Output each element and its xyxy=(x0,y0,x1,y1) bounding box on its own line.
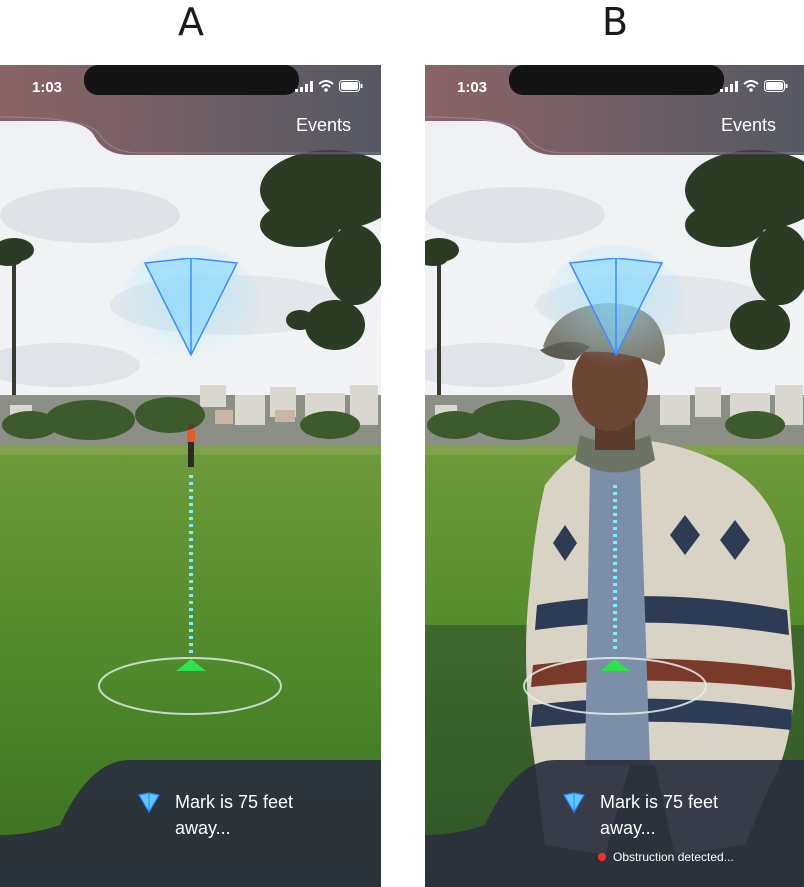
phone-screen-a: 1:03 Events Mark is 75 feet away... xyxy=(0,65,381,887)
events-link[interactable]: Events xyxy=(721,115,776,136)
panel-label-b: B xyxy=(601,0,629,44)
panel-label-a: A xyxy=(178,0,204,44)
obstruction-text: Obstruction detected... xyxy=(613,850,734,864)
wifi-icon xyxy=(318,80,334,92)
location-marker-icon xyxy=(563,792,585,814)
wifi-icon xyxy=(743,80,759,92)
path-guide xyxy=(613,485,617,653)
status-icons xyxy=(720,80,788,92)
cellular-signal-icon xyxy=(295,80,313,92)
status-time: 1:03 xyxy=(32,79,63,96)
distance-message: Mark is 75 feet away... xyxy=(600,792,719,838)
status-time: 1:03 xyxy=(457,79,488,96)
direction-arrow-icon xyxy=(600,659,630,671)
battery-icon xyxy=(339,80,363,92)
battery-icon xyxy=(764,80,788,92)
obstruction-status: Obstruction detected... xyxy=(598,850,734,864)
cellular-signal-icon xyxy=(720,80,738,92)
location-marker-icon xyxy=(138,792,160,814)
events-link[interactable]: Events xyxy=(296,115,351,136)
red-status-dot-icon xyxy=(598,853,606,861)
ar-camera-view xyxy=(425,65,804,887)
phone-screen-b: 1:03 Events Mark is 75 feet away... Obst… xyxy=(425,65,804,887)
direction-arrow-icon xyxy=(176,659,206,671)
path-guide xyxy=(189,475,193,653)
distance-message: Mark is 75 feet away... xyxy=(175,792,294,838)
status-icons xyxy=(295,80,363,92)
location-marker-icon[interactable] xyxy=(143,258,239,358)
location-marker-icon[interactable] xyxy=(568,258,664,358)
